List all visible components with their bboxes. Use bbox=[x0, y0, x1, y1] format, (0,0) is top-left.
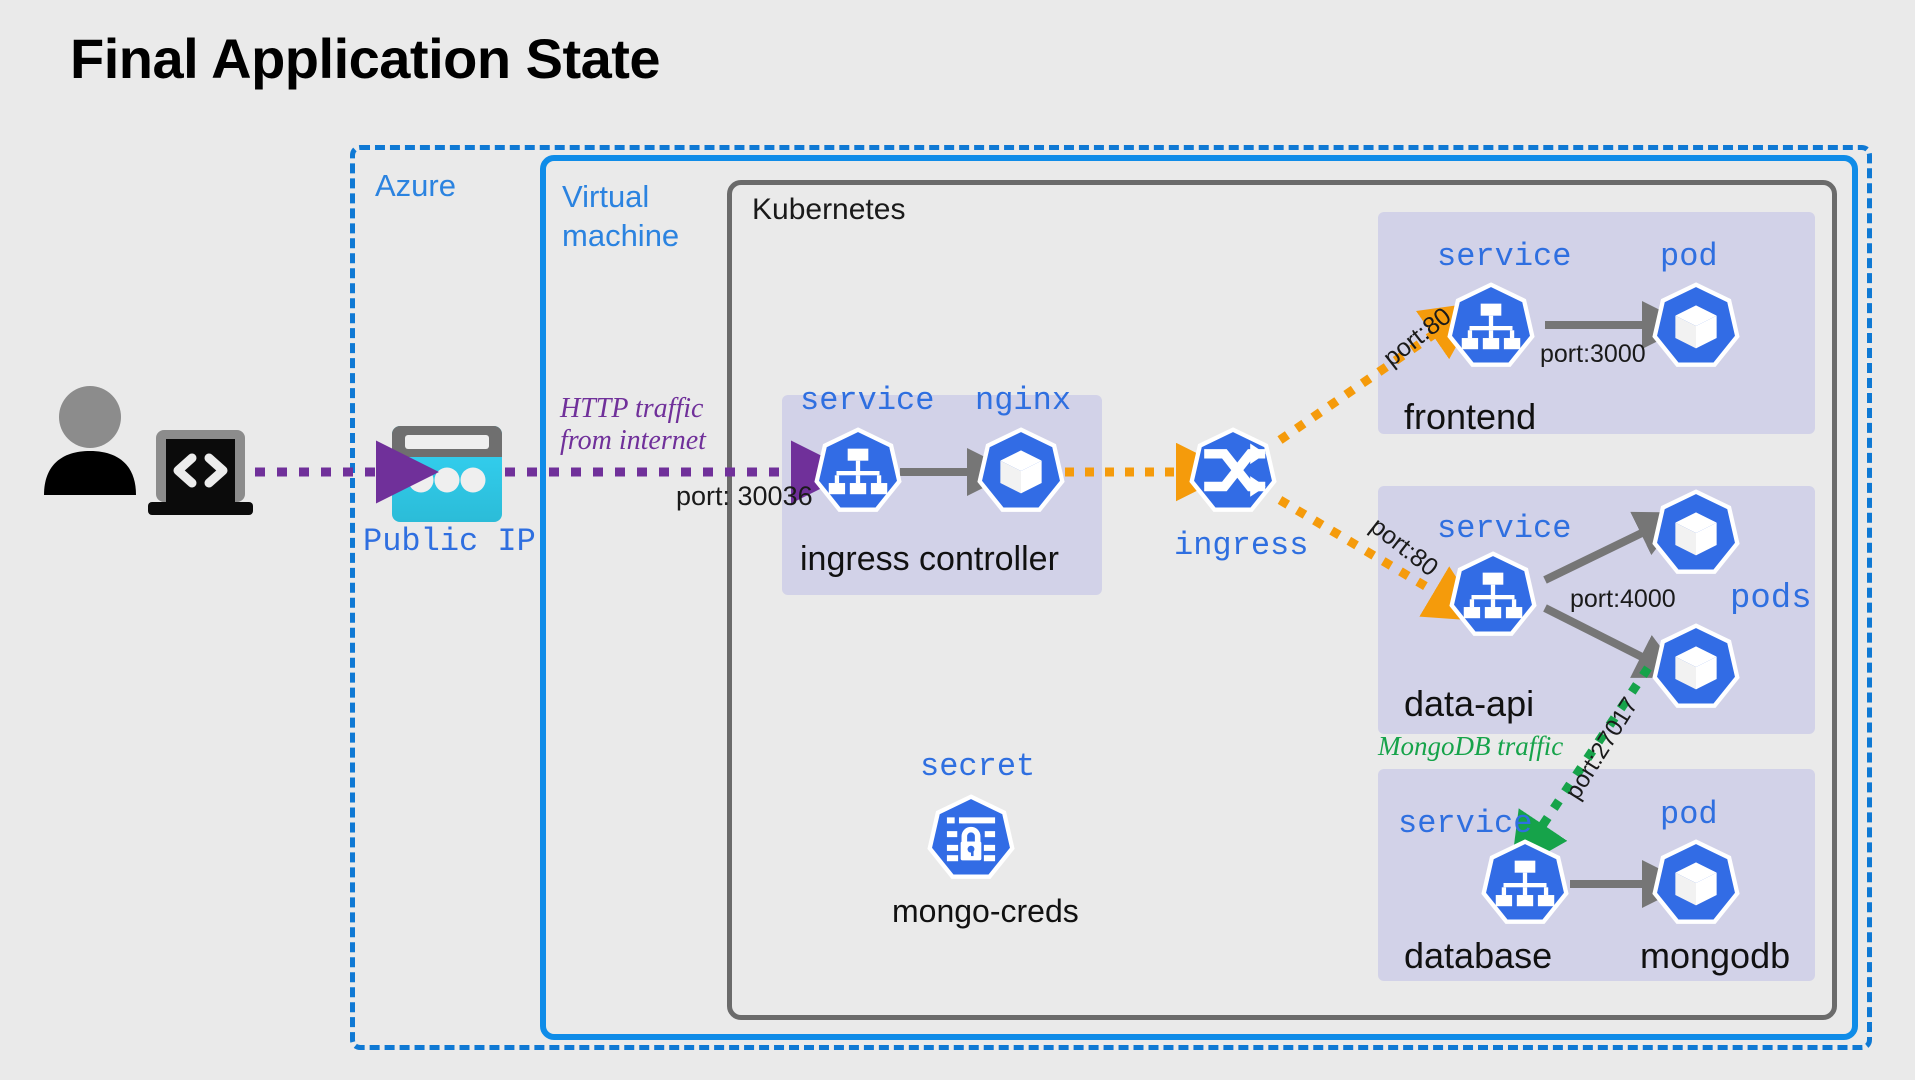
frontend-target-port-label: port:3000 bbox=[1540, 340, 1646, 368]
k8s-pod-icon-frontend bbox=[1652, 282, 1740, 369]
diagram-canvas: Final Application State Azure Virtual ma… bbox=[0, 0, 1915, 1080]
secret-name-label: mongo-creds bbox=[892, 893, 1079, 929]
ingress-shuffle-icon bbox=[1189, 427, 1277, 514]
k8s-pod-icon-dataapi-2 bbox=[1652, 623, 1740, 710]
ingress-controller-pod-label: nginx bbox=[975, 382, 1072, 419]
mongodb-pod-name-label: mongodb bbox=[1640, 935, 1791, 976]
dataapi-pods-label: pods bbox=[1730, 580, 1812, 618]
http-traffic-label: HTTP traffic from internet bbox=[560, 393, 706, 457]
database-service-label: service bbox=[1398, 805, 1533, 842]
dataapi-name-label: data-api bbox=[1404, 683, 1535, 724]
frontend-service-label: service bbox=[1437, 238, 1572, 275]
k8s-pod-icon-nginx bbox=[977, 427, 1065, 514]
secret-lock-icon bbox=[927, 794, 1015, 881]
database-pod-label: pod bbox=[1660, 796, 1718, 833]
nodeport-label: port: 30036 bbox=[676, 481, 813, 511]
k8s-service-icon-dataapi bbox=[1449, 551, 1537, 638]
http-traffic-line1: HTTP traffic bbox=[560, 393, 704, 424]
k8s-service-icon-frontend bbox=[1447, 282, 1535, 369]
k8s-pod-icon-mongodb bbox=[1652, 839, 1740, 926]
dataapi-target-port-label: port:4000 bbox=[1570, 585, 1676, 613]
ingress-controller-group-label: ingress controller bbox=[800, 540, 1059, 578]
secret-kind-label: secret bbox=[920, 748, 1036, 785]
frontend-name-label: frontend bbox=[1404, 396, 1537, 437]
database-name-label: database bbox=[1404, 935, 1553, 976]
k8s-service-icon-ingress-controller bbox=[814, 427, 902, 514]
arrow-dataapi-service-to-pod-2 bbox=[1543, 604, 1684, 679]
mongodb-traffic-label: MongoDB traffic bbox=[1378, 731, 1564, 761]
ingress-controller-service-label: service bbox=[800, 382, 935, 419]
http-traffic-line2: from internet bbox=[560, 425, 706, 456]
dataapi-service-label: service bbox=[1437, 510, 1572, 547]
ingress-label: ingress bbox=[1174, 527, 1309, 564]
k8s-pod-icon-dataapi-1 bbox=[1652, 489, 1740, 576]
frontend-pod-label: pod bbox=[1660, 238, 1718, 275]
k8s-service-icon-database bbox=[1481, 839, 1569, 926]
